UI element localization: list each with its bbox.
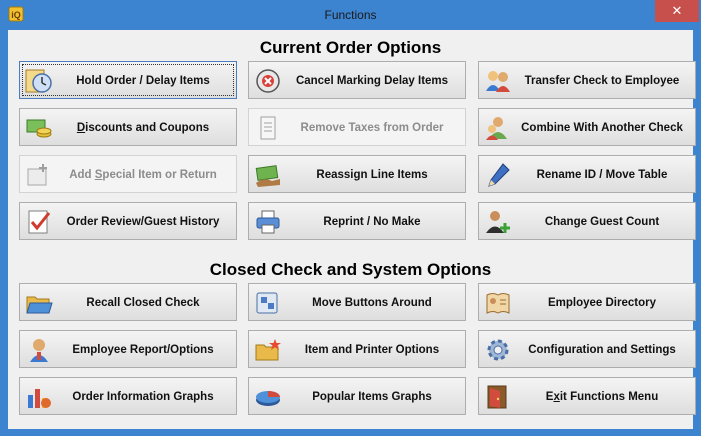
bar-chart-icon	[28, 389, 51, 408]
section-title-closed-check: Closed Check and System Options	[209, 260, 492, 279]
money-hand-icon	[255, 165, 280, 187]
title-bar: iQ Functions ✕	[0, 0, 701, 30]
folder-star-icon	[255, 339, 281, 361]
address-book-icon	[486, 293, 510, 314]
rename-id-button[interactable]: Rename ID / Move Table	[478, 155, 696, 193]
change-guest-count-label: Change Guest Count	[544, 216, 660, 228]
employee-icon	[30, 339, 48, 362]
checklist-icon	[28, 210, 51, 234]
add-guest-icon	[486, 211, 510, 233]
exit-label-rest: it Functions Menu	[559, 391, 659, 403]
item-printer-options-label: Item and Printer Options	[304, 344, 440, 356]
cancel-marking-button[interactable]: Cancel Marking Delay Items	[248, 61, 466, 99]
popular-items-graphs-label: Popular Items Graphs	[312, 391, 432, 403]
clock-icon	[25, 69, 52, 93]
close-button[interactable]: ✕	[655, 0, 699, 22]
reprint-label: Reprint / No Make	[323, 216, 421, 228]
order-review-button[interactable]: Order Review/Guest History	[19, 202, 237, 240]
employee-report-button[interactable]: Employee Report/Options	[19, 330, 237, 368]
add-item-icon	[27, 164, 47, 186]
move-buttons-label: Move Buttons Around	[312, 297, 432, 309]
discounts-label-rest: iscounts and Coupons	[85, 122, 210, 134]
reassign-line-items-label: Reassign Line Items	[316, 169, 428, 181]
add-special-label-start: Add	[69, 169, 95, 181]
order-review-label: Order Review/Guest History	[66, 216, 220, 228]
employee-report-label: Employee Report/Options	[72, 344, 214, 356]
discounts-button[interactable]: Discounts and Coupons	[19, 108, 237, 146]
pie-chart-icon	[256, 391, 280, 406]
combine-check-label: Combine With Another Check	[521, 122, 683, 134]
move-buttons-button[interactable]: Move Buttons Around	[248, 283, 466, 321]
exit-functions-menu-button[interactable]: Exit Functions Menu	[478, 377, 696, 415]
section-title-current-order: Current Order Options	[259, 38, 442, 57]
exit-functions-menu-label: Exit Functions Menu	[513, 378, 691, 416]
tax-receipt-icon	[260, 116, 276, 140]
order-information-graphs-button[interactable]: Order Information Graphs	[19, 377, 237, 415]
cancel-clock-icon	[256, 69, 280, 93]
combine-check-button[interactable]: Combine With Another Check	[478, 108, 696, 146]
transfer-check-button[interactable]: Transfer Check to Employee	[478, 61, 696, 99]
hold-order-label: Hold Order / Delay Items	[76, 75, 210, 87]
add-special-item-label: Add Special Item or Return	[54, 156, 232, 194]
window-title: Functions	[324, 8, 377, 22]
discounts-label: Discounts and Coupons	[54, 109, 232, 147]
people-transfer-icon	[486, 71, 510, 92]
employee-directory-button[interactable]: Employee Directory	[478, 283, 696, 321]
discounts-mnemonic: D	[76, 122, 86, 134]
configuration-button[interactable]: Configuration and Settings	[478, 330, 696, 368]
employee-directory-label: Employee Directory	[547, 297, 656, 309]
configuration-label: Configuration and Settings	[528, 344, 676, 356]
open-folder-icon	[26, 296, 53, 314]
pen-icon	[488, 163, 510, 187]
coins-icon	[26, 119, 52, 138]
functions-panel: Current Order Options Hold Order / Delay…	[8, 30, 696, 429]
reassign-line-items-button[interactable]: Reassign Line Items	[248, 155, 466, 193]
rename-id-label: Rename ID / Move Table	[536, 169, 668, 181]
add-special-item-button[interactable]: Add Special Item or Return	[19, 155, 237, 193]
remove-taxes-button[interactable]: Remove Taxes from Order	[248, 108, 466, 146]
move-buttons-icon	[256, 292, 278, 314]
remove-taxes-label: Remove Taxes from Order	[300, 122, 444, 134]
add-special-label-rest: pecial Item or Return	[102, 169, 217, 181]
item-printer-options-button[interactable]: Item and Printer Options	[248, 330, 466, 368]
recall-closed-check-label: Recall Closed Check	[86, 297, 200, 309]
recall-closed-check-button[interactable]: Recall Closed Check	[19, 283, 237, 321]
popular-items-graphs-button[interactable]: Popular Items Graphs	[248, 377, 466, 415]
order-information-graphs-label: Order Information Graphs	[72, 391, 214, 403]
gear-icon	[487, 339, 509, 361]
printer-icon	[256, 210, 280, 234]
hold-order-button[interactable]: Hold Order / Delay Items	[19, 61, 237, 99]
combine-people-icon	[486, 117, 507, 140]
transfer-check-label: Transfer Check to Employee	[524, 75, 680, 87]
exit-door-icon	[487, 385, 507, 409]
functions-window: iQ Functions ✕ Current Order Options Hol…	[0, 0, 701, 436]
cancel-marking-label: Cancel Marking Delay Items	[295, 75, 449, 87]
change-guest-count-button[interactable]: Change Guest Count	[478, 202, 696, 240]
reprint-button[interactable]: Reprint / No Make	[248, 202, 466, 240]
